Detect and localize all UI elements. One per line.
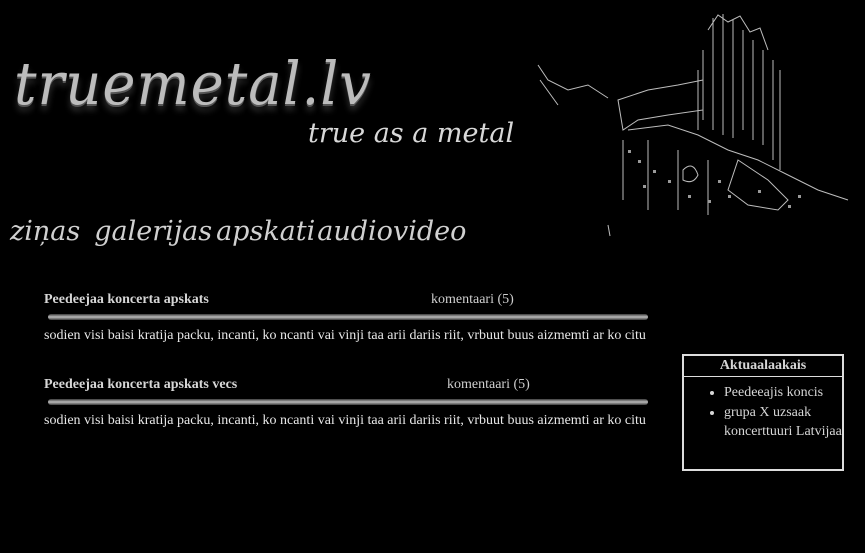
nav-item-galerijas[interactable]: galerijas (94, 216, 212, 247)
news-item: Peedeejaa koncerta apskats komentaari (5… (44, 292, 648, 346)
site-tagline: true as a metal (308, 118, 515, 149)
sidebar-title: Aktuaalaakais (684, 356, 842, 377)
comments-link[interactable]: komentaari (5) (447, 377, 530, 393)
sidebar-box: Aktuaalaakais Peedeeajis koncis grupa X … (682, 354, 844, 471)
comments-link[interactable]: komentaari (5) (431, 292, 514, 308)
news-body: sodien visi baisi kratija packu, incanti… (44, 328, 646, 343)
nav-item-audio[interactable]: audio (317, 216, 393, 247)
main-nav: ziņas galerijas apskati audio video (10, 216, 466, 247)
page: truemetal.lv true as a metal ziņas galer… (0, 0, 865, 553)
sidebar-list: Peedeeajis koncis grupa X uzsaak koncert… (684, 383, 842, 442)
nav-item-video[interactable]: video (393, 216, 466, 247)
divider (48, 314, 648, 320)
castle-illustration (537, 14, 849, 237)
news-title[interactable]: Peedeejaa koncerta apskats vecs (44, 377, 237, 392)
news-item: Peedeejaa koncerta apskats vecs komentaa… (44, 377, 648, 431)
nav-item-apskati[interactable]: apskati (216, 216, 315, 247)
sidebar-item[interactable]: Peedeeajis koncis (724, 383, 842, 403)
site-logo[interactable]: truemetal.lv (14, 50, 372, 118)
news-title[interactable]: Peedeejaa koncerta apskats (44, 292, 209, 307)
nav-item-zinas[interactable]: ziņas (10, 216, 80, 247)
news-body: sodien visi baisi kratija packu, incanti… (44, 413, 646, 428)
sidebar-item[interactable]: grupa X uzsaak koncerttuuri Latvijaa (724, 403, 842, 442)
divider (48, 399, 648, 405)
